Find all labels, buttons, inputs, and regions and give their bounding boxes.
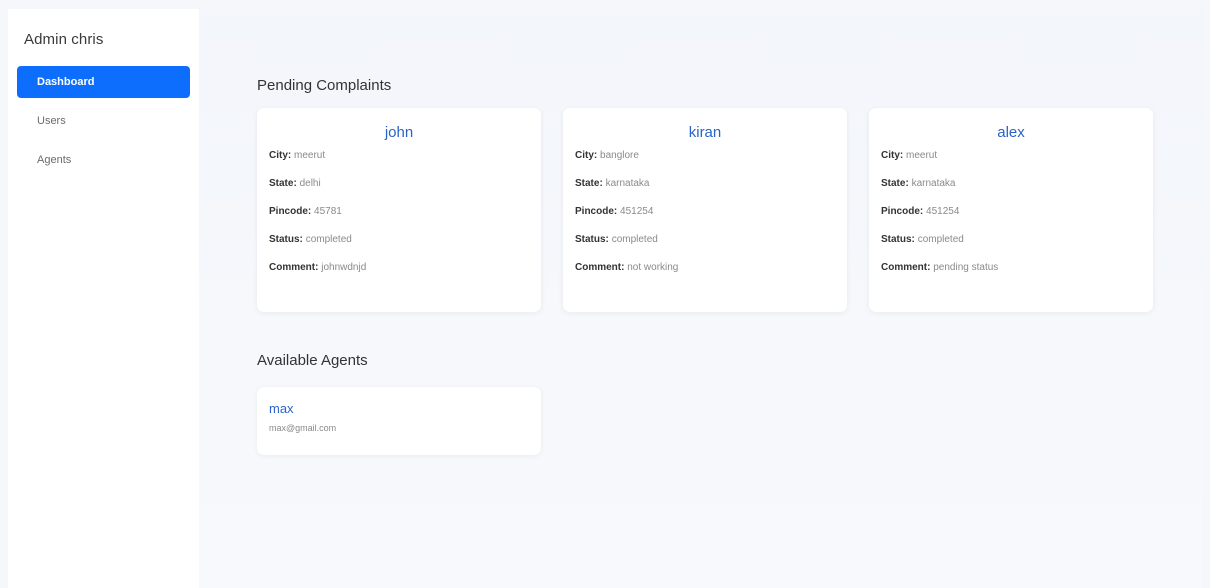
field-value: karnataka — [605, 178, 650, 189]
field-label: Comment: — [269, 262, 319, 273]
field-value: 451254 — [926, 206, 960, 217]
complaint-card: alex City: meerut State: karnataka Pinco… — [869, 108, 1153, 312]
field-label: Pincode: — [881, 206, 924, 217]
complaint-pincode: Pincode: 451254 — [575, 207, 835, 217]
sidebar-brand: Admin chris — [24, 31, 104, 48]
field-label: City: — [575, 150, 598, 161]
field-label: Status: — [575, 234, 609, 245]
field-value: meerut — [906, 150, 938, 161]
complaint-user-name: kiran — [688, 124, 722, 141]
agent-name: max — [269, 401, 294, 416]
app-root: Admin chris Dashboard Users Agents Pendi… — [8, 9, 1202, 588]
field-label: Status: — [881, 234, 915, 245]
field-value: karnataka — [911, 178, 956, 189]
available-agents-title: Available Agents — [257, 352, 368, 369]
main-content: Pending Complaints john City: meerut Sta… — [199, 9, 1202, 588]
field-label: Comment: — [881, 262, 931, 273]
field-value: johnwdnjd — [321, 262, 367, 273]
complaint-city: City: meerut — [881, 151, 1141, 161]
complaint-pincode: Pincode: 451254 — [881, 207, 1141, 217]
field-value: meerut — [294, 150, 326, 161]
pending-complaints-title: Pending Complaints — [257, 77, 392, 94]
complaint-user-name: john — [384, 124, 414, 141]
field-label: Status: — [269, 234, 303, 245]
complaint-comment: Comment: not working — [575, 263, 835, 273]
field-value: completed — [305, 234, 352, 245]
complaint-status: Status: completed — [881, 235, 1141, 245]
field-label: Comment: — [575, 262, 625, 273]
field-label: City: — [881, 150, 904, 161]
complaint-city: City: banglore — [575, 151, 835, 161]
complaint-status: Status: completed — [575, 235, 835, 245]
complaint-user-name: alex — [997, 124, 1025, 141]
agent-email: max@gmail.com — [269, 423, 337, 433]
complaint-card: kiran City: banglore State: karnataka Pi… — [563, 108, 847, 312]
field-value: completed — [917, 234, 964, 245]
agent-card[interactable]: max max@gmail.com — [257, 387, 541, 455]
field-value: pending status — [933, 262, 999, 273]
complaint-state: State: karnataka — [881, 179, 1141, 189]
field-value: completed — [611, 234, 658, 245]
complaint-state: State: karnataka — [575, 179, 835, 189]
sidebar-item-users[interactable]: Users — [17, 105, 190, 137]
complaint-cards: john City: meerut State: delhi Pincode: … — [257, 108, 1202, 312]
field-label: State: — [575, 178, 603, 189]
field-label: Pincode: — [575, 206, 618, 217]
sidebar-item-agents[interactable]: Agents — [17, 144, 190, 176]
field-value: banglore — [600, 150, 639, 161]
complaint-city: City: meerut — [269, 151, 529, 161]
field-value: not working — [627, 262, 679, 273]
complaint-card: john City: meerut State: delhi Pincode: … — [257, 108, 541, 312]
complaint-state: State: delhi — [269, 179, 529, 189]
field-value: 45781 — [314, 206, 342, 217]
complaint-pincode: Pincode: 45781 — [269, 207, 529, 217]
field-value: 451254 — [620, 206, 654, 217]
field-label: Pincode: — [269, 206, 312, 217]
sidebar-item-dashboard[interactable]: Dashboard — [17, 66, 190, 98]
complaint-comment: Comment: pending status — [881, 263, 1141, 273]
field-value: delhi — [299, 178, 321, 189]
complaint-status: Status: completed — [269, 235, 529, 245]
complaint-comment: Comment: johnwdnjd — [269, 263, 529, 273]
field-label: State: — [881, 178, 909, 189]
field-label: City: — [269, 150, 292, 161]
sidebar: Admin chris Dashboard Users Agents — [8, 9, 199, 588]
field-label: State: — [269, 178, 297, 189]
